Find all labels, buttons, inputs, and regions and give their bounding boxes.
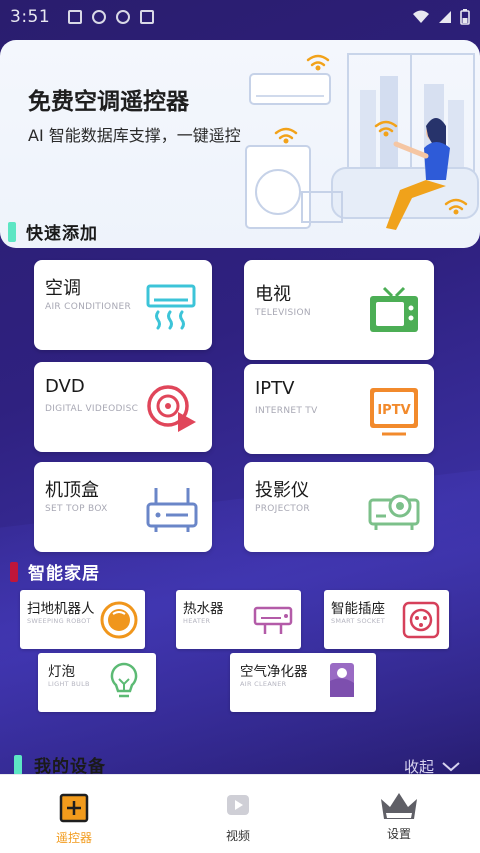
device-name-en: HEATER	[183, 617, 211, 625]
device-name: 灯泡	[48, 664, 75, 680]
my-devices-accent	[14, 754, 22, 775]
quick-add-header: 快速添加	[8, 219, 98, 244]
banner-subtitle: AI 智能数据库支撑，一键遥控	[28, 126, 241, 145]
air-cleaner-icon	[330, 663, 354, 697]
device-name-en: PROJECTOR	[255, 504, 310, 514]
a-icon	[140, 10, 155, 24]
iptv-icon: IPTV	[370, 388, 418, 436]
svg-text:IPTV: IPTV	[377, 403, 410, 418]
banner-title: 免费空调遥控器	[28, 89, 189, 115]
wifi-icon	[413, 10, 429, 23]
device-name: 投影仪	[255, 480, 309, 501]
device-name-en: TELEVISION	[255, 308, 311, 318]
device-name-en: INTERNET TV	[255, 406, 318, 416]
nav-tab-remote[interactable]: 遥控器	[56, 793, 92, 846]
nav-tab-settings[interactable]: 设置	[378, 789, 420, 842]
device-name: DVD	[45, 376, 85, 397]
notification-icons	[68, 10, 155, 24]
device-card-iptv[interactable]: IPTV INTERNET TV IPTV	[244, 364, 434, 454]
device-name: 空调	[45, 278, 81, 299]
device-name: 智能插座	[331, 601, 385, 617]
dvd-icon	[147, 385, 196, 432]
tv-icon	[370, 286, 418, 332]
video-icon	[227, 795, 249, 815]
system-icons	[412, 9, 470, 25]
quick-add-accent	[8, 221, 16, 242]
device-card-projector[interactable]: 投影仪 PROJECTOR	[244, 462, 434, 552]
app-notification-icon-2	[116, 10, 131, 24]
device-name: 空气净化器	[240, 664, 308, 680]
device-name-en: AIR CLEANER	[240, 680, 287, 688]
status-time: 3:51	[10, 7, 51, 27]
light-bulb-icon	[110, 662, 138, 698]
app-notification-icon	[92, 10, 107, 24]
gallery-icon	[68, 10, 83, 24]
nav-tab-video[interactable]: 视频	[225, 793, 251, 844]
quick-add-title: 快速添加	[26, 224, 98, 244]
device-name-en: AIR CONDITIONER	[45, 302, 132, 312]
device-name-en: LIGHT BULB	[48, 680, 90, 688]
device-card-tv[interactable]: 电视 TELEVISION	[244, 260, 434, 360]
device-card-dvd[interactable]: DVD DIGITAL VIDEODISC	[34, 362, 212, 452]
water-heater-icon	[253, 606, 293, 634]
status-bar: 3:51	[0, 0, 480, 34]
device-name-en: SWEEPING ROBOT	[27, 617, 91, 625]
settings-icon	[381, 793, 417, 819]
device-name-en: SMART SOCKET	[331, 617, 385, 625]
remote-icon	[59, 793, 89, 823]
robot-vacuum-icon	[100, 601, 138, 639]
projector-icon	[368, 494, 420, 530]
smart-card-water-heater[interactable]: 热水器 HEATER	[176, 590, 301, 649]
device-name-en: DIGITAL VIDEODISC	[45, 404, 139, 414]
smart-socket-icon	[402, 601, 440, 639]
smart-card-smart-socket[interactable]: 智能插座 SMART SOCKET	[324, 590, 449, 649]
air-conditioner-icon	[146, 284, 196, 330]
device-name: IPTV	[255, 378, 295, 399]
device-name: 扫地机器人	[27, 601, 95, 617]
device-name-en: SET TOP BOX	[45, 504, 108, 514]
banner-illustration	[245, 53, 479, 230]
smart-home-title: 智能家居	[28, 564, 100, 584]
smart-card-light-bulb[interactable]: 灯泡 LIGHT BULB	[38, 653, 156, 712]
set-top-box-icon	[146, 488, 198, 532]
device-name: 机顶盒	[45, 480, 99, 501]
device-name: 电视	[255, 284, 291, 305]
banner[interactable]: 免费空调遥控器 AI 智能数据库支撑，一键遥控	[0, 40, 480, 248]
nav-label: 设置	[386, 827, 411, 841]
chevron-down-icon	[442, 761, 460, 771]
smart-card-air-cleaner[interactable]: 空气净化器 AIR CLEANER	[230, 653, 376, 712]
device-card-air-conditioner[interactable]: 空调 AIR CONDITIONER	[34, 260, 212, 350]
smart-home-header: 智能家居	[10, 559, 100, 584]
nav-label: 遥控器	[56, 831, 93, 845]
device-name: 热水器	[183, 601, 224, 617]
device-card-set-top-box[interactable]: 机顶盒 SET TOP BOX	[34, 462, 212, 552]
smart-home-accent	[10, 561, 18, 582]
bottom-nav: 遥控器 视频 设置	[0, 774, 480, 853]
nav-label: 视频	[225, 829, 250, 843]
battery-icon	[460, 9, 470, 25]
signal-icon	[439, 11, 451, 23]
smart-card-robot-vacuum[interactable]: 扫地机器人 SWEEPING ROBOT	[20, 590, 145, 649]
